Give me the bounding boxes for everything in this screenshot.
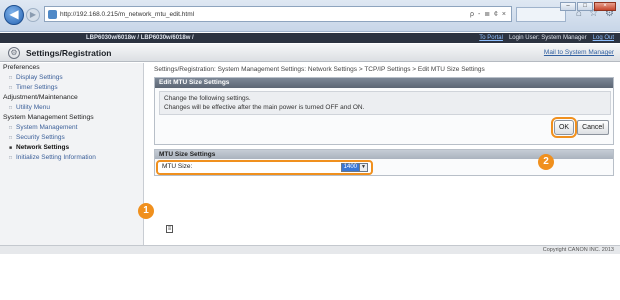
sidebar-group-adjustment-maintenance: Adjustment/Maintenance [3, 94, 78, 101]
site-favicon-icon [48, 9, 57, 19]
edit-mtu-panel: Edit MTU Size Settings Change the follow… [154, 77, 614, 145]
sidebar-item-network-settings[interactable]: Network Settings [0, 143, 143, 153]
sidebar-item-timer-settings[interactable]: Timer Settings [0, 83, 143, 93]
address-url: http://192.168.0.215/m_network_mtu_edit.… [60, 10, 195, 18]
mtu-size-row: MTU Size: 1400 ▼ [156, 160, 373, 175]
mtu-size-label: MTU Size: [162, 163, 193, 170]
breadcrumb: Settings/Registration: System Management… [154, 66, 485, 73]
instructions-box: Change the following settings. Changes w… [159, 91, 611, 115]
callout-step-1: 1 [138, 203, 154, 219]
close-window-button[interactable]: × [594, 2, 616, 11]
back-button[interactable]: ◀ [4, 5, 24, 25]
minimize-button[interactable]: – [560, 2, 576, 11]
header-links: To Portal Login User: System Manager Log… [479, 35, 614, 41]
device-header: LBP6030w/6018w / LBP6030w/6018w / To Por… [0, 33, 620, 43]
address-bar[interactable]: http://192.168.0.215/m_network_mtu_edit.… [44, 6, 512, 22]
sidebar-item-utility-menu[interactable]: Utility Menu [0, 103, 143, 113]
page-top-icon[interactable]: ≡ [166, 225, 173, 233]
address-tools[interactable]: ρ - ≣ ¢ × [470, 10, 511, 18]
sidebar-group-preferences: Preferences [3, 64, 40, 71]
copyright-text: Copyright CANON INC. 2013 [542, 247, 614, 253]
settings-gear-icon: ⚙ [8, 46, 20, 59]
ok-button[interactable]: OK [551, 117, 577, 138]
cancel-button[interactable]: Cancel [577, 120, 609, 135]
device-name: LBP6030w/6018w / LBP6030w/6018w / [86, 35, 194, 41]
browser-titlebar: ◀ ▶ http://192.168.0.215/m_network_mtu_e… [0, 0, 620, 32]
sidebar-item-display-settings[interactable]: Display Settings [0, 73, 143, 83]
sidebar-item-system-management[interactable]: System Management [0, 123, 143, 133]
instruction-line: Change the following settings. [164, 95, 251, 102]
settings-header: ⚙ Settings/Registration Mail to System M… [0, 44, 620, 62]
sidebar-item-initialize-setting-information[interactable]: Initialize Setting Information [0, 153, 143, 163]
sidebar-group-system-management-settings: System Management Settings [3, 114, 94, 121]
browser-tab[interactable] [516, 7, 566, 22]
panel-title: Edit MTU Size Settings [155, 78, 613, 88]
page-title: Settings/Registration [26, 47, 112, 58]
footer: Copyright CANON INC. 2013 [0, 245, 620, 254]
mtu-size-value: 1400 [341, 164, 359, 171]
sidebar-item-security-settings[interactable]: Security Settings [0, 133, 143, 143]
window-controls: – □ × [560, 2, 616, 11]
login-user-text: Login User: System Manager [508, 35, 587, 41]
forward-button[interactable]: ▶ [26, 8, 40, 22]
maximize-button[interactable]: □ [577, 2, 593, 11]
action-buttons: OK Cancel [551, 117, 609, 138]
logout-link[interactable]: Log Out [593, 35, 614, 41]
callout-step-2: 2 [538, 154, 554, 170]
to-portal-link[interactable]: To Portal [479, 35, 503, 41]
sidebar: Preferences Display Settings Timer Setti… [0, 63, 144, 245]
instruction-line: Changes will be effective after the main… [164, 104, 365, 111]
mtu-size-select[interactable]: 1400 ▼ [340, 163, 368, 172]
mail-to-system-manager-link[interactable]: Mail to System Manager [544, 49, 614, 56]
chevron-down-icon[interactable]: ▼ [359, 164, 367, 171]
